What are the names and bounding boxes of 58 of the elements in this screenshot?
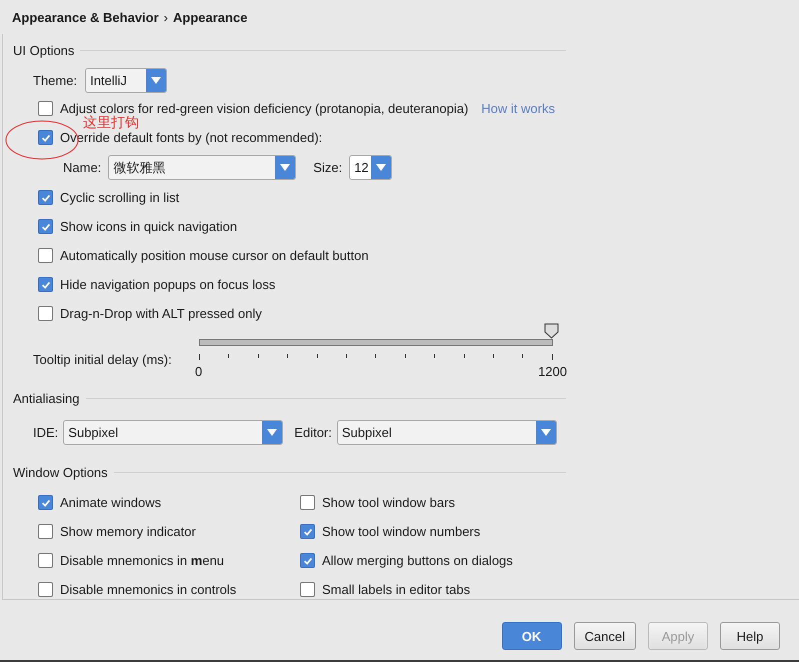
checkbox[interactable] [300, 524, 315, 539]
section-title: UI Options [13, 42, 74, 58]
dialog-button[interactable]: Cancel [574, 622, 636, 650]
dialog-button[interactable]: OK [502, 622, 562, 650]
checkbox[interactable] [38, 495, 53, 510]
checkbox-label: Show tool window numbers [322, 524, 480, 539]
tick-label: 0 [195, 364, 202, 379]
annotation-text: 这里打钩 [83, 114, 139, 130]
breadcrumb-separator: › [164, 10, 168, 24]
checkbox-label: Hide navigation popups on focus loss [60, 277, 276, 292]
checkbox[interactable] [38, 306, 53, 321]
field-label: Editor: [294, 424, 332, 440]
dropdown[interactable]: 12 [349, 155, 392, 180]
field-label: IDE: [33, 424, 58, 440]
checkbox-label: Drag-n-Drop with ALT pressed only [60, 306, 262, 321]
section-title: Antialiasing [13, 390, 80, 406]
slider-thumb[interactable] [544, 323, 559, 339]
dropdown[interactable]: Subpixel [336, 420, 557, 444]
checkbox[interactable] [300, 582, 315, 597]
dropdown[interactable]: 微软雅黑 [108, 155, 296, 180]
checkbox-label: Adjust colors for red-green vision deficiency (protanopia, deuteranopia) [60, 101, 468, 116]
checkbox[interactable] [300, 553, 315, 568]
caret-icon [267, 428, 278, 436]
checkbox[interactable] [38, 524, 53, 539]
dropdown[interactable]: Subpixel [63, 420, 284, 444]
checkbox[interactable] [38, 101, 53, 116]
checkbox-label: Show tool window bars [322, 495, 455, 510]
section-title: Window Options [13, 464, 108, 480]
checkbox[interactable] [38, 248, 53, 263]
caret-icon [376, 164, 386, 171]
checkbox-label: Disable mnemonics in controls [60, 582, 236, 597]
field-label: Name: [63, 160, 102, 175]
checkbox-label: Small labels in editor tabs [322, 582, 470, 597]
checkbox[interactable] [300, 495, 315, 510]
checkbox[interactable] [38, 130, 53, 145]
field-label: Theme: [33, 72, 78, 88]
caret-icon [540, 428, 551, 436]
checkbox-label: Disable mnemonics in menu [60, 553, 224, 568]
breadcrumb-item: Appearance [173, 10, 248, 24]
checkbox-label: Animate windows [60, 495, 162, 510]
checkbox-label: Automatically position mouse cursor on default button [60, 248, 369, 263]
checkbox[interactable] [38, 277, 53, 292]
checkbox[interactable] [38, 582, 53, 597]
caret-icon [151, 76, 162, 84]
checkbox-label: Allow merging buttons on dialogs [322, 553, 513, 568]
checkbox-label: Cyclic scrolling in list [60, 190, 180, 205]
dialog-button[interactable]: Help [720, 622, 780, 650]
checkbox[interactable] [38, 553, 53, 568]
checkbox-label: Show icons in quick navigation [60, 219, 238, 234]
breadcrumb-item[interactable]: Appearance & Behavior [12, 10, 159, 24]
checkbox[interactable] [38, 219, 53, 234]
dropdown[interactable]: IntelliJ [85, 68, 168, 92]
checkbox[interactable] [38, 190, 53, 205]
field-label: Tooltip initial delay (ms): [33, 352, 173, 366]
caret-icon [280, 164, 290, 171]
tick-label: 1200 [538, 364, 567, 379]
checkbox-label: Show memory indicator [60, 524, 196, 539]
field-label: Size: [313, 160, 342, 175]
